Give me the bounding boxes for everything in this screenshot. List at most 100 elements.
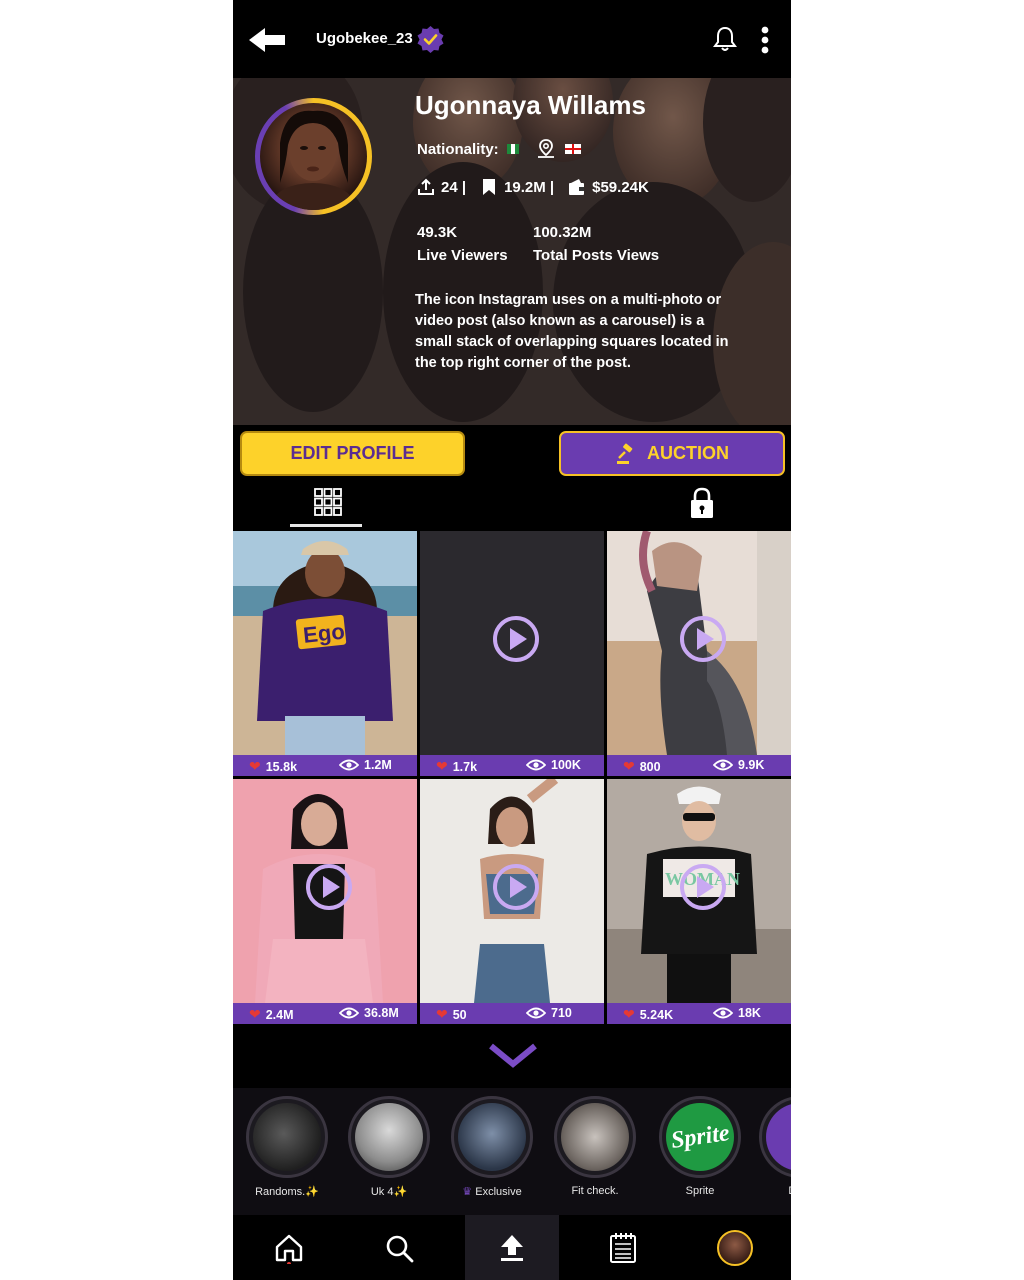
gavel-icon bbox=[617, 443, 633, 464]
heart-icon: ❤ bbox=[436, 1006, 448, 1022]
nationality-label: Nationality: bbox=[417, 140, 499, 158]
nav-home[interactable] bbox=[243, 1215, 335, 1280]
back-arrow-icon[interactable] bbox=[247, 24, 287, 56]
auction-label: AUCTION bbox=[647, 443, 729, 463]
heart-icon: ❤ bbox=[436, 758, 448, 774]
live-viewers-value: 49.3K bbox=[417, 224, 458, 241]
post-tile[interactable]: WOMAN ❤ 5.24K 18K bbox=[607, 779, 791, 1024]
post-likes: 50 bbox=[452, 1007, 467, 1022]
post-views: 100K bbox=[551, 758, 581, 772]
bell-icon[interactable] bbox=[711, 25, 739, 53]
stats-row: 24 | 19.2M | $59.24K bbox=[417, 178, 649, 196]
post-likes: 1.7k bbox=[452, 759, 478, 774]
edit-profile-button[interactable]: EDIT PROFILE bbox=[240, 431, 465, 476]
post-stats-bar: ❤ 15.8k 1.2M bbox=[233, 755, 417, 776]
post-views-value: 100.32M bbox=[533, 224, 592, 241]
nav-search[interactable] bbox=[353, 1215, 445, 1280]
highlight-item[interactable]: ♛ Exclusive bbox=[447, 1096, 537, 1198]
play-icon bbox=[493, 864, 539, 910]
heart-icon: ❤ bbox=[249, 758, 261, 774]
uploads-count: 24 | bbox=[441, 178, 467, 196]
post-stats-bar: ❤ 5.24K 18K bbox=[607, 1003, 791, 1024]
highlight-cover: Sprite bbox=[666, 1103, 734, 1171]
profile-avatar[interactable] bbox=[255, 98, 372, 215]
nav-upload[interactable] bbox=[465, 1215, 559, 1280]
eye-icon bbox=[526, 1007, 546, 1019]
play-icon bbox=[680, 616, 726, 662]
eye-icon bbox=[339, 759, 359, 771]
post-stats-bar: ❤ 800 9.9K bbox=[607, 755, 791, 776]
post-likes: 800 bbox=[639, 759, 661, 774]
live-viewers-metric: 49.3K Live Viewers bbox=[417, 221, 508, 267]
home-icon bbox=[275, 1234, 303, 1264]
highlight-label: Uk 4✨ bbox=[370, 1186, 408, 1198]
nationality-row: Nationality: bbox=[417, 138, 581, 160]
post-tile[interactable]: ❤ 50 710 bbox=[420, 779, 604, 1024]
crown-icon: ♛ bbox=[462, 1186, 473, 1198]
post-views: 9.9K bbox=[738, 758, 765, 772]
post-tile[interactable]: ❤ 800 9.9K bbox=[607, 531, 791, 776]
heart-icon: ❤ bbox=[623, 758, 635, 774]
grid-tab-icon[interactable] bbox=[313, 487, 343, 517]
post-views: 36.8M bbox=[364, 1006, 399, 1020]
auction-button[interactable]: AUCTION bbox=[559, 431, 785, 476]
post-likes: 15.8k bbox=[265, 759, 298, 774]
post-thumbnail: Ego bbox=[233, 531, 417, 755]
eye-icon bbox=[339, 1007, 359, 1019]
eye-icon bbox=[526, 759, 546, 771]
sprite-logo-text: Sprite bbox=[669, 1119, 731, 1154]
active-tab-indicator bbox=[290, 524, 362, 527]
profile-name: Ugonnaya Willams bbox=[415, 90, 646, 120]
search-icon bbox=[386, 1235, 414, 1262]
top-bar: Ugobekee_23 bbox=[233, 0, 791, 78]
play-icon bbox=[493, 616, 539, 662]
wallet-icon bbox=[569, 179, 585, 195]
post-views: 710 bbox=[551, 1006, 572, 1020]
highlight-label: Fit check. bbox=[571, 1185, 619, 1197]
content-tabs bbox=[233, 481, 791, 527]
highlight-cover bbox=[561, 1103, 629, 1171]
highlight-cover bbox=[766, 1103, 791, 1171]
post-stats-bar: ❤ 50 710 bbox=[420, 1003, 604, 1024]
highlight-cover bbox=[355, 1103, 423, 1171]
earnings-value: $59.24K bbox=[592, 178, 649, 196]
chevron-down-icon[interactable] bbox=[489, 1042, 537, 1070]
highlight-item[interactable]: Randoms.✨ bbox=[242, 1096, 332, 1198]
post-tile[interactable]: ❤ 1.7k 100K bbox=[420, 531, 604, 776]
post-stats-bar: ❤ 1.7k 100K bbox=[420, 755, 604, 776]
england-flag-icon bbox=[564, 144, 581, 154]
highlight-cover bbox=[458, 1103, 526, 1171]
calendar-list-icon bbox=[610, 1232, 636, 1263]
upload-count-icon bbox=[418, 178, 434, 195]
nav-schedule[interactable] bbox=[577, 1215, 669, 1280]
highlight-item[interactable]: Sprite Sprite bbox=[655, 1096, 745, 1197]
highlight-label: Dark bbox=[755, 1185, 791, 1197]
post-likes: 5.24K bbox=[639, 1007, 674, 1022]
bottom-navigation bbox=[233, 1215, 791, 1280]
post-tile[interactable]: Ego ❤ 15.8k 1.2M bbox=[233, 531, 417, 776]
post-views: 1.2M bbox=[364, 758, 392, 772]
highlight-cover bbox=[253, 1103, 321, 1171]
location-pin-icon bbox=[537, 139, 554, 158]
bookmark-icon bbox=[483, 179, 496, 195]
avatar-face bbox=[273, 110, 353, 210]
lock-tab-icon[interactable] bbox=[689, 487, 715, 519]
post-tile[interactable]: ❤ 2.4M 36.8M bbox=[233, 779, 417, 1024]
highlight-label: Sprite bbox=[685, 1185, 715, 1197]
live-viewers-label: Live Viewers bbox=[417, 247, 508, 264]
highlight-item[interactable]: Dark bbox=[755, 1096, 791, 1197]
verified-badge-icon bbox=[417, 26, 444, 53]
eye-icon bbox=[713, 1007, 733, 1019]
header-username: Ugobekee_23 bbox=[316, 30, 413, 47]
profile-header-background: Ugonnaya Willams Nationality: 24 | 19.2M… bbox=[233, 62, 791, 425]
app-screen: Ugonnaya Willams Nationality: 24 | 19.2M… bbox=[233, 0, 791, 1280]
nigeria-flag-icon bbox=[506, 144, 519, 154]
highlight-item[interactable]: Fit check. bbox=[550, 1096, 640, 1197]
heart-icon: ❤ bbox=[249, 1006, 261, 1022]
highlight-label: ♛ Exclusive bbox=[462, 1186, 522, 1198]
highlight-item[interactable]: Uk 4✨ bbox=[344, 1096, 434, 1198]
post-likes: 2.4M bbox=[265, 1007, 294, 1022]
nav-profile[interactable] bbox=[689, 1215, 781, 1280]
post-stats-bar: ❤ 2.4M 36.8M bbox=[233, 1003, 417, 1024]
more-vertical-icon[interactable] bbox=[755, 25, 775, 55]
